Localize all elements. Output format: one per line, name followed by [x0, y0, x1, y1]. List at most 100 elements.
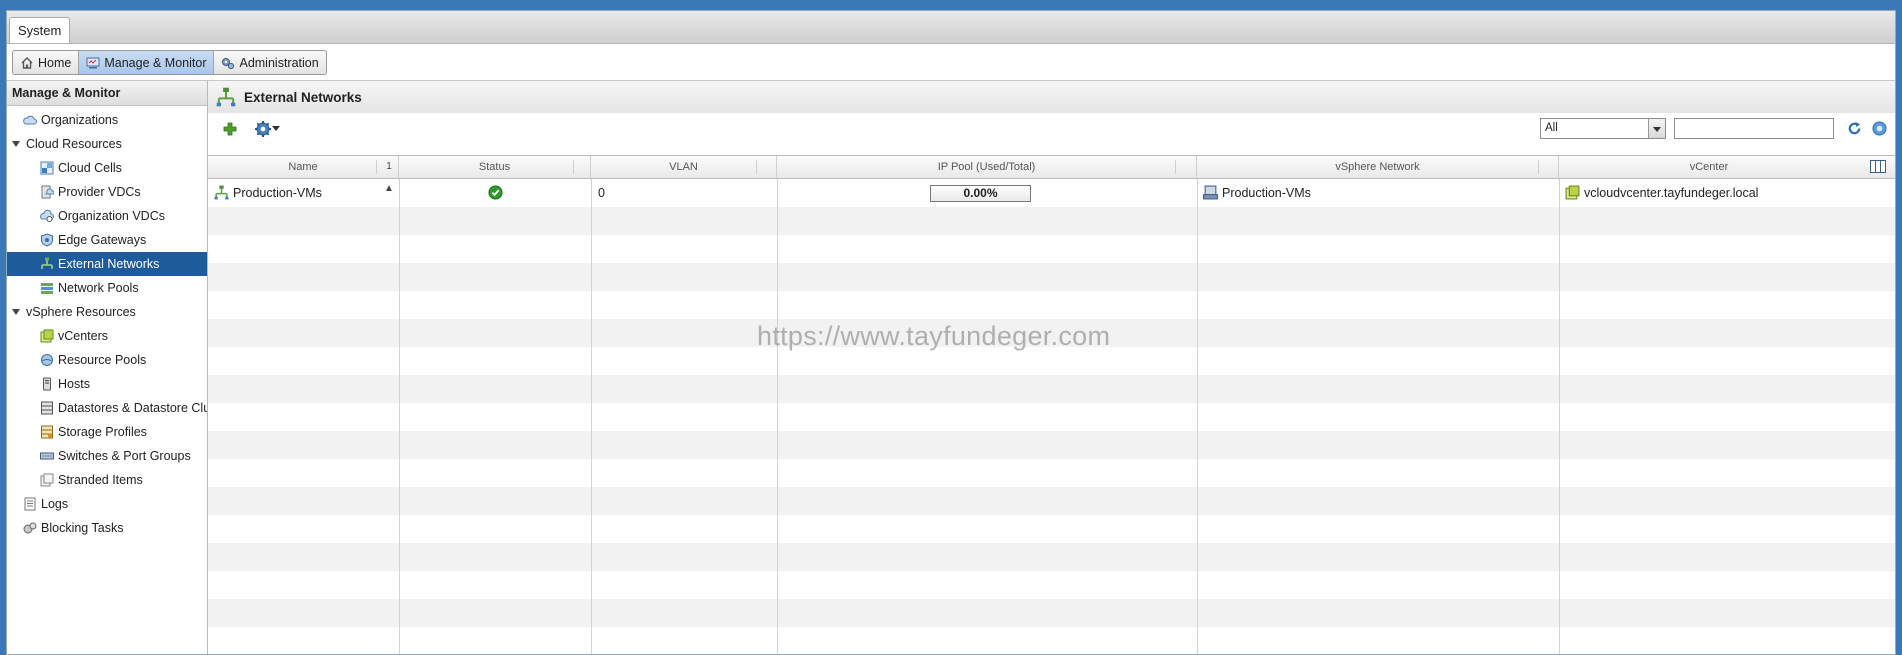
sidebar-item-resource-pools[interactable]: Resource Pools [7, 348, 207, 372]
column-vcenter-label: vCenter [1689, 161, 1729, 173]
filter-dropdown[interactable]: All [1540, 118, 1666, 139]
table-row[interactable]: Production-VMs 0 0.00% Production-VMs vc… [208, 179, 1895, 207]
status-cell [488, 179, 503, 207]
column-header-status[interactable]: Status [399, 156, 591, 178]
switch-icon [40, 452, 54, 460]
sidebar-item-label: Organization VDCs [58, 209, 165, 223]
search-input[interactable] [1674, 118, 1834, 139]
table-row-empty [208, 487, 1895, 515]
table-row-empty [208, 235, 1895, 263]
sidebar-item-cloud-resources[interactable]: Cloud Resources [7, 132, 207, 156]
vcenter-icon [1565, 185, 1580, 200]
sidebar-item-label: vCenters [58, 329, 109, 343]
manage-monitor-label: Manage & Monitor [104, 55, 207, 70]
org-vdc-icon [40, 209, 54, 222]
chevron-down-icon [272, 126, 280, 131]
chevron-down-icon[interactable] [1648, 119, 1665, 138]
column-gridline [591, 179, 592, 654]
column-header-ip-pool[interactable]: IP Pool (Used/Total) [777, 156, 1197, 178]
sidebar-item-organizations[interactable]: Organizations [7, 108, 207, 132]
refresh-icon[interactable] [1847, 121, 1862, 136]
tab-system[interactable]: System [9, 17, 71, 43]
main-panel: External Networks All Name 1 ▲ Status VL… [208, 81, 1895, 654]
vsphere-network-cell: Production-VMs [1203, 179, 1311, 207]
sidebar-item-edge-gateways[interactable]: Edge Gateways [7, 228, 207, 252]
sidebar-item-label: Network Pools [58, 281, 139, 295]
sidebar-item-switches-port-groups[interactable]: Switches & Port Groups [7, 444, 207, 468]
storage-profile-icon [41, 425, 53, 439]
table-row-empty [208, 375, 1895, 403]
sidebar-item-cloud-cells[interactable]: Cloud Cells [7, 156, 207, 180]
sidebar-item-storage-profiles[interactable]: Storage Profiles [7, 420, 207, 444]
column-header-vcenter[interactable]: vCenter [1559, 156, 1859, 178]
manage-monitor-button[interactable]: Manage & Monitor [79, 51, 215, 74]
table-row-empty [208, 291, 1895, 319]
name-cell[interactable]: Production-VMs [214, 179, 322, 207]
table-row-empty [208, 599, 1895, 627]
external-networks-table: Name 1 ▲ Status VLAN IP Pool (Used/Total… [208, 155, 1895, 654]
column-vlan-label: VLAN [669, 161, 698, 173]
sidebar-item-blocking-tasks[interactable]: Blocking Tasks [7, 516, 207, 540]
actions-menu-button[interactable] [254, 119, 282, 139]
provider-vdc-icon [41, 185, 54, 199]
sidebar-item-label: Stranded Items [58, 473, 143, 487]
sidebar-item-stranded-items[interactable]: Stranded Items [7, 468, 207, 492]
column-header-name[interactable]: Name 1 ▲ [208, 156, 399, 194]
column-header-vlan[interactable]: VLAN [591, 156, 777, 178]
sidebar-item-external-networks[interactable]: External Networks [7, 252, 207, 276]
admin-gear-icon [222, 57, 235, 69]
sidebar-item-label: External Networks [58, 257, 160, 271]
sidebar-item-label: Provider VDCs [58, 185, 141, 199]
sidebar: Manage & Monitor Organizations Cloud Res… [7, 81, 208, 654]
network-name: Production-VMs [233, 186, 322, 200]
home-button[interactable]: Home [13, 51, 80, 74]
sidebar-item-hosts[interactable]: Hosts [7, 372, 207, 396]
sidebar-item-datastores[interactable]: Datastores & Datastore Clu [7, 396, 207, 420]
sidebar-item-label: Cloud Cells [58, 161, 122, 175]
datastore-icon [41, 401, 53, 415]
vcenter-cell[interactable]: vcloudvcenter.tayfundeger.local [1565, 179, 1758, 207]
collapse-caret-icon[interactable] [12, 309, 20, 315]
collapse-caret-icon[interactable] [12, 141, 20, 147]
column-gridline [777, 179, 778, 654]
sidebar-item-vsphere-resources[interactable]: vSphere Resources [7, 300, 207, 324]
sidebar-item-provider-vdcs[interactable]: Provider VDCs [7, 180, 207, 204]
sidebar-item-label: Blocking Tasks [41, 521, 124, 535]
table-row-empty [208, 459, 1895, 487]
home-icon [21, 56, 33, 69]
add-icon[interactable] [222, 121, 238, 137]
help-icon[interactable] [1872, 121, 1887, 136]
column-gridline [1559, 179, 1560, 654]
table-row-empty [208, 403, 1895, 431]
administration-button[interactable]: Administration [214, 51, 325, 74]
sidebar-item-label: Resource Pools [58, 353, 147, 367]
table-row-empty [208, 263, 1895, 291]
toolbar: All [208, 113, 1895, 145]
administration-label: Administration [239, 55, 319, 70]
sidebar-item-logs[interactable]: Logs [7, 492, 207, 516]
sidebar-item-label: Organizations [41, 113, 119, 127]
sidebar-title: Manage & Monitor [7, 81, 207, 106]
app-frame: System Home Manage & Monitor Administrat… [6, 10, 1896, 655]
column-divider [1175, 160, 1176, 174]
table-row-empty [208, 319, 1895, 347]
cloud-cells-icon [40, 161, 54, 175]
external-network-icon [216, 87, 236, 107]
vlan-cell: 0 [598, 186, 605, 200]
table-row-empty [208, 431, 1895, 459]
column-divider [376, 160, 377, 174]
nav-bar: Home Manage & Monitor Administration [7, 44, 1895, 81]
sidebar-item-label: Storage Profiles [58, 425, 147, 439]
column-gridline [1197, 179, 1198, 654]
filter-selected-value: All [1545, 122, 1558, 134]
ip-pool-usage-bar: 0.00% [930, 185, 1031, 202]
sidebar-item-organization-vdcs[interactable]: Organization VDCs [7, 204, 207, 228]
column-chooser-icon[interactable] [1870, 160, 1886, 173]
column-divider [1538, 160, 1539, 174]
sidebar-item-network-pools[interactable]: Network Pools [7, 276, 207, 300]
sidebar-item-vcenters[interactable]: vCenters [7, 324, 207, 348]
column-header-vsphere-network[interactable]: vSphere Network [1197, 156, 1559, 178]
vsphere-network-name: Production-VMs [1222, 186, 1311, 200]
network-pool-icon [41, 283, 53, 294]
vcenter-icon [40, 329, 54, 343]
